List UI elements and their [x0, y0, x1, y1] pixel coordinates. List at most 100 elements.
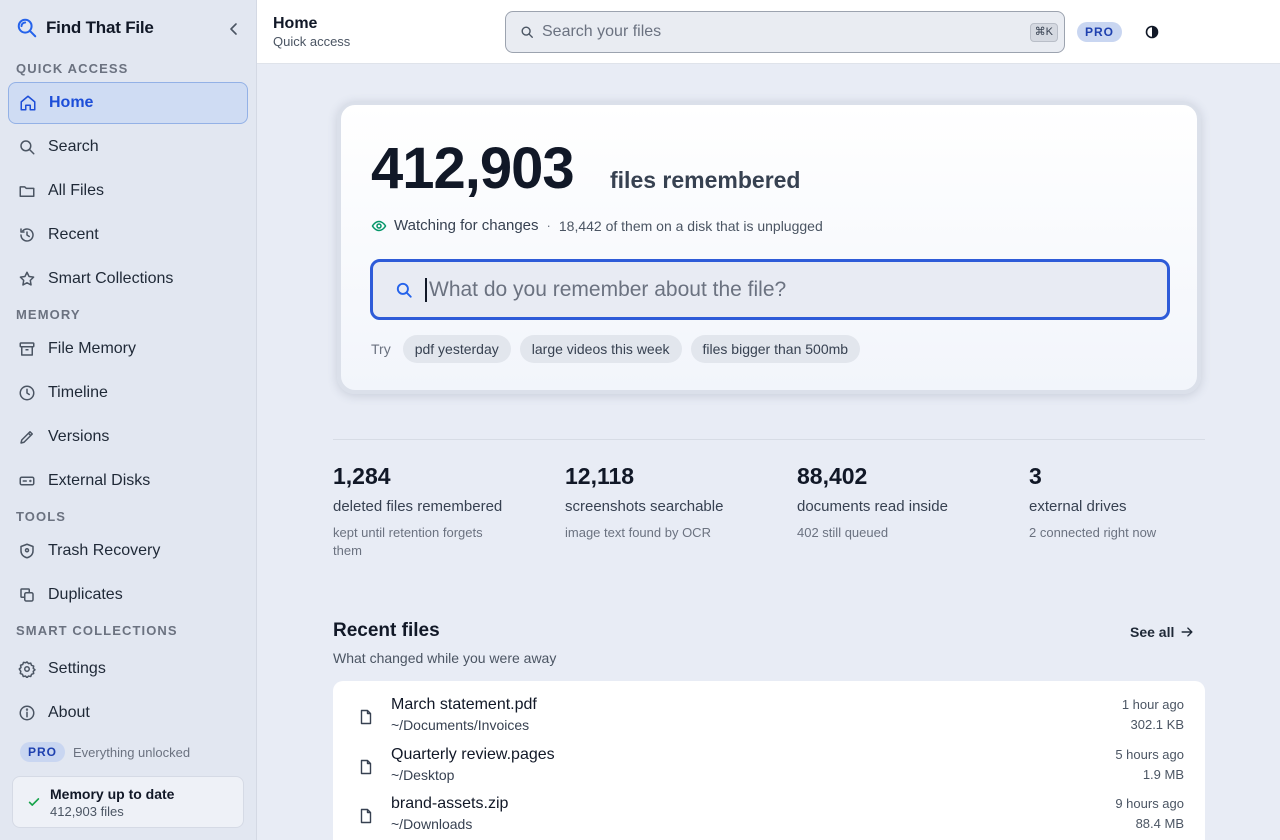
copy-icon — [18, 586, 36, 604]
list-item[interactable]: brand-assets.zip ~/Downloads 9 hours ago… — [333, 792, 1205, 840]
watching-text: Watching for changes — [394, 217, 539, 234]
stat-sub: 2 connected right now — [1029, 525, 1157, 540]
arrow-right-icon — [1181, 627, 1193, 637]
sidebar-item-external-disks[interactable]: External Disks — [8, 460, 248, 502]
sidebar-item-versions[interactable]: Versions — [8, 416, 248, 458]
sidebar-item-smart-collections[interactable]: Smart Collections — [8, 258, 248, 300]
search-icon — [396, 282, 412, 298]
sidebar-item-label: Home — [49, 94, 94, 111]
stat-deleted-files: 1,284 deleted files remembered kept unti… — [333, 463, 533, 560]
brand[interactable]: Find That File — [16, 17, 154, 39]
file-size: 88.4 MB — [1135, 816, 1184, 831]
sidebar-item-label: Settings — [48, 660, 106, 677]
global-search-input[interactable] — [542, 23, 1012, 41]
section-label-memory: MEMORY — [16, 307, 81, 322]
pro-badge: PRO — [20, 742, 66, 762]
memory-status-card: Memory up to date 412,903 files — [12, 776, 244, 828]
sidebar-item-home[interactable]: Home — [8, 82, 248, 124]
memory-status-count: 412,903 files — [50, 804, 124, 819]
clock-icon — [18, 384, 36, 402]
file-size: 302.1 KB — [1130, 717, 1185, 732]
stat-value: 1,284 — [333, 463, 391, 489]
sidebar-item-search[interactable]: Search — [8, 126, 248, 168]
sidebar-item-label: Timeline — [48, 384, 108, 401]
search-icon — [521, 26, 533, 38]
stat-sub: image text found by OCR — [565, 525, 711, 540]
memory-search[interactable] — [370, 259, 1170, 320]
search-icon — [18, 138, 36, 156]
stat-label: deleted files remembered — [333, 498, 503, 515]
unplugged-text: 18,442 of them on a disk that is unplugg… — [558, 217, 823, 234]
suggestion-chip[interactable]: files bigger than 500mb — [690, 335, 861, 363]
pro-text: Everything unlocked — [73, 744, 191, 760]
star-icon — [18, 270, 36, 288]
sidebar-item-all-files[interactable]: All Files — [8, 170, 248, 212]
shield-icon — [18, 542, 36, 560]
separator: · — [546, 218, 551, 233]
archive-icon — [18, 340, 36, 358]
see-all-label: See all — [1130, 624, 1175, 640]
sidebar: Find That File QUICK ACCESS Home Search … — [0, 0, 257, 840]
divider — [333, 439, 1205, 440]
file-time: 5 hours ago — [1115, 747, 1184, 762]
pro-badge[interactable]: PRO — [1077, 22, 1123, 42]
sidebar-item-label: Recent — [48, 226, 99, 243]
stat-label: screenshots searchable — [565, 498, 724, 515]
file-icon — [360, 709, 372, 725]
stat-value: 88,402 — [797, 463, 868, 489]
file-size: 1.9 MB — [1142, 767, 1184, 782]
suggestions: Try pdf yesterday large videos this week… — [371, 335, 869, 363]
collapse-sidebar-icon[interactable] — [226, 21, 242, 37]
topbar: Home Quick access ⌘K PRO — [257, 0, 1280, 64]
brand-name: Find That File — [46, 18, 154, 37]
sidebar-item-timeline[interactable]: Timeline — [8, 372, 248, 414]
list-item[interactable]: Quarterly review.pages ~/Desktop 5 hours… — [333, 743, 1205, 791]
see-all-link[interactable]: See all — [1130, 624, 1194, 640]
memory-search-input[interactable] — [425, 277, 1145, 302]
sidebar-item-label: Trash Recovery — [48, 542, 161, 559]
sidebar-item-label: Smart Collections — [48, 270, 174, 287]
sidebar-item-label: Search — [48, 138, 99, 155]
stat-label: external drives — [1029, 498, 1127, 515]
watch-status: Watching for changes · 18,442 of them on… — [371, 217, 823, 234]
file-path: ~/Documents/Invoices — [391, 717, 530, 733]
history-icon — [18, 226, 36, 244]
file-path: ~/Desktop — [391, 767, 455, 783]
stat-documents: 88,402 documents read inside 402 still q… — [797, 463, 997, 542]
eye-icon — [371, 220, 387, 231]
suggestion-chip[interactable]: pdf yesterday — [402, 335, 511, 363]
sidebar-item-duplicates[interactable]: Duplicates — [8, 574, 248, 616]
stat-value: 12,118 — [565, 463, 635, 489]
recent-files-subtitle: What changed while you were away — [333, 650, 557, 666]
info-icon — [18, 704, 36, 722]
section-label-tools: TOOLS — [16, 509, 67, 524]
section-label-smart-collections: SMART COLLECTIONS — [16, 623, 178, 638]
file-time: 9 hours ago — [1115, 796, 1184, 811]
pro-status: PRO Everything unlocked — [20, 742, 190, 762]
files-remembered-count: 412,903 — [371, 136, 575, 201]
sidebar-item-label: File Memory — [48, 340, 137, 357]
theme-toggle-icon[interactable] — [1144, 24, 1160, 40]
folder-icon — [18, 182, 36, 200]
brand-logo-icon — [17, 18, 37, 38]
sidebar-item-about[interactable]: About — [8, 692, 248, 734]
sidebar-item-label: All Files — [48, 182, 105, 199]
file-path: ~/Downloads — [391, 816, 473, 832]
recent-files-title: Recent files — [333, 620, 440, 641]
files-remembered-label: files remembered — [610, 167, 801, 193]
drive-icon — [18, 472, 36, 490]
sidebar-item-label: Duplicates — [48, 586, 123, 603]
file-time: 1 hour ago — [1121, 697, 1184, 712]
suggestion-chip[interactable]: large videos this week — [519, 335, 682, 363]
file-icon — [360, 759, 372, 775]
sidebar-item-file-memory[interactable]: File Memory — [8, 328, 248, 370]
sidebar-item-settings[interactable]: Settings — [8, 648, 248, 690]
home-icon — [19, 94, 37, 112]
stat-sub: 402 still queued — [797, 525, 889, 540]
sidebar-item-trash-recovery[interactable]: Trash Recovery — [8, 530, 248, 572]
global-search[interactable]: ⌘K — [505, 11, 1065, 53]
sidebar-item-label: About — [48, 704, 90, 721]
list-item[interactable]: March statement.pdf ~/Documents/Invoices… — [333, 693, 1205, 741]
page-subtitle: Quick access — [273, 34, 351, 49]
sidebar-item-recent[interactable]: Recent — [8, 214, 248, 256]
